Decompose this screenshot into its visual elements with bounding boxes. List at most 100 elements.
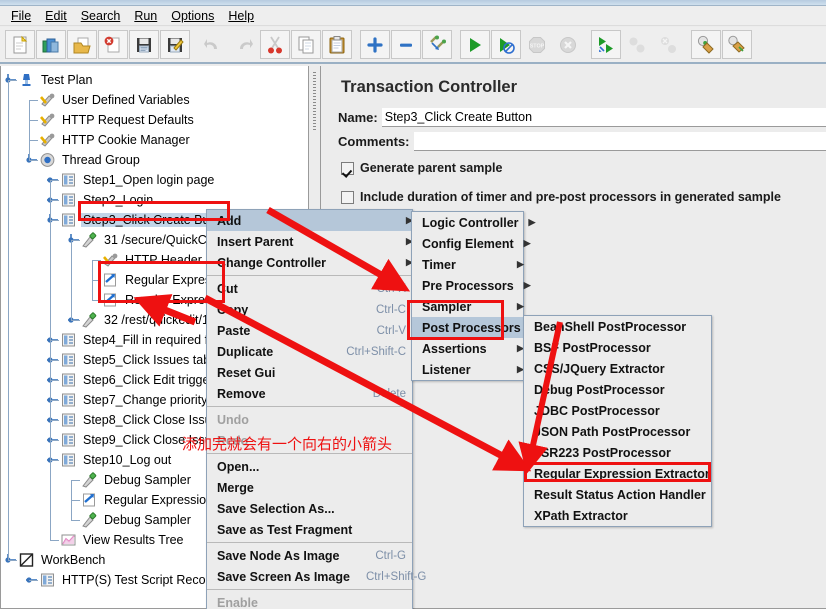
menu-item-label: Result Status Action Handler [534, 487, 706, 502]
context-menu-item-paste[interactable]: Paste Ctrl-V [207, 320, 412, 341]
close-icon[interactable] [98, 30, 128, 59]
paste-icon[interactable] [322, 30, 352, 59]
splitter-grip[interactable] [313, 72, 316, 132]
menu-item-label: Duplicate [217, 344, 274, 359]
tree-node[interactable]: Thread Group [1, 150, 308, 170]
templates-icon[interactable] [36, 30, 66, 59]
add-submenu-item-config-element[interactable]: Config Element ▶ [412, 233, 531, 254]
menu-item-label: CSS/JQuery Extractor [534, 361, 665, 376]
context-menu-item-remove[interactable]: Remove Delete [207, 383, 412, 404]
menu-item-label: Save Screen As Image [217, 569, 350, 584]
include-duration-checkbox[interactable] [341, 190, 354, 204]
context-menu-item-undo[interactable]: Undo [207, 409, 412, 430]
add-submenu[interactable]: Logic Controller ▶ Config Element ▶ Timer ▶ Pr… [411, 211, 538, 381]
tree-connector [71, 520, 80, 521]
add-submenu-item-assertions[interactable]: Assertions ▶ [412, 338, 524, 359]
menu-run-label: Run [134, 8, 158, 23]
expand-all-icon[interactable] [360, 30, 390, 59]
context-menu-item-insert-parent[interactable]: Insert Parent ▶ [207, 231, 413, 252]
cut-icon[interactable] [260, 30, 290, 59]
add-submenu-item-sampler[interactable]: Sampler ▶ [412, 296, 524, 317]
tree-node[interactable]: HTTP Cookie Manager [1, 130, 308, 150]
tree-node-label: Step1_Open login page [83, 173, 215, 187]
post-processor-item-beanshell-postprocessor[interactable]: BeanShell PostProcessor [524, 316, 711, 337]
menu-edit[interactable]: Edit [38, 7, 74, 25]
context-menu-item-reset-gui[interactable]: Reset Gui [207, 362, 412, 383]
sampler-icon [81, 232, 99, 248]
comments-input[interactable] [413, 132, 826, 151]
shutdown-remote-icon[interactable] [653, 30, 683, 59]
start-remote-icon[interactable] [591, 30, 621, 59]
context-menu-item-merge[interactable]: Merge [207, 477, 412, 498]
post-processor-item-bsf-postprocessor[interactable]: BSF PostProcessor [524, 337, 711, 358]
context-menu-item-save-selection-as[interactable]: Save Selection As... [207, 498, 412, 519]
clear-icon[interactable] [691, 30, 721, 59]
stop-remote-icon[interactable] [622, 30, 652, 59]
menu-help[interactable]: Help [221, 7, 261, 25]
stop-icon[interactable]: STOP [522, 30, 552, 59]
post-processor-item-jdbc-postprocessor[interactable]: JDBC PostProcessor [524, 400, 711, 421]
generate-parent-sample-checkbox[interactable] [341, 161, 354, 175]
tree-node[interactable]: Test Plan [1, 70, 308, 90]
menu-search[interactable]: Search [74, 7, 128, 25]
add-submenu-item-listener[interactable]: Listener ▶ [412, 359, 524, 380]
context-menu-item-add[interactable]: Add ▶ [207, 210, 413, 231]
collapse-all-icon[interactable] [391, 30, 421, 59]
add-submenu-item-post-processors[interactable]: Post Processors▶ [412, 317, 538, 338]
include-duration-label: Include duration of timer and pre-post p… [360, 190, 781, 204]
menu-item-label: JDBC PostProcessor [534, 403, 660, 418]
svg-text:STOP: STOP [530, 43, 545, 49]
submenu-arrow-icon: ▶ [517, 364, 524, 374]
post-processors-submenu[interactable]: BeanShell PostProcessor BSF PostProcessor… [523, 315, 712, 527]
menu-run[interactable]: Run [127, 7, 164, 25]
post-processor-item-css-jquery-extractor[interactable]: CSS/JQuery Extractor [524, 358, 711, 379]
shutdown-icon[interactable] [553, 30, 583, 59]
include-duration-row[interactable]: Include duration of timer and pre-post p… [341, 190, 781, 204]
tree-connector [71, 240, 80, 241]
context-menu-item-save-as-test-fragment[interactable]: Save as Test Fragment [207, 519, 412, 540]
context-menu-item-open[interactable]: Open... [207, 456, 412, 477]
tree-connector [50, 420, 59, 421]
context-menu-item-cut[interactable]: Cut Ctrl-X [207, 278, 412, 299]
add-submenu-item-pre-processors[interactable]: Pre Processors ▶ [412, 275, 531, 296]
menu-options[interactable]: Options [164, 7, 221, 25]
tree-node[interactable]: User Defined Variables [1, 90, 308, 110]
save-icon[interactable] [129, 30, 159, 59]
submenu-arrow-icon: ▶ [523, 238, 531, 248]
toggle-icon[interactable] [422, 30, 452, 59]
menu-file[interactable]: File [4, 7, 38, 25]
post-processor-item-debug-postprocessor[interactable]: Debug PostProcessor [524, 379, 711, 400]
clear-all-icon[interactable] [722, 30, 752, 59]
controller-icon [60, 332, 78, 348]
start-no-timers-icon[interactable] [491, 30, 521, 59]
context-menu-item-duplicate[interactable]: Duplicate Ctrl+Shift-C [207, 341, 412, 362]
post-processor-item-json-path-postprocessor[interactable]: JSON Path PostProcessor [524, 421, 711, 442]
context-menu-item-save-screen-as-image[interactable]: Save Screen As Image Ctrl+Shift-G [207, 566, 426, 587]
save-as-icon[interactable] [160, 30, 190, 59]
context-menu-item-enable[interactable]: Enable [207, 592, 412, 609]
tree-node[interactable]: Step1_Open login page [1, 170, 308, 190]
controller-icon [60, 172, 78, 188]
undo-icon[interactable] [198, 30, 228, 59]
menu-item-label: Enable [217, 595, 258, 609]
open-icon[interactable] [67, 30, 97, 59]
start-icon[interactable] [460, 30, 490, 59]
context-menu-item-save-node-as-image[interactable]: Save Node As Image Ctrl-G [207, 545, 412, 566]
copy-icon[interactable] [291, 30, 321, 59]
context-menu[interactable]: Add ▶ Insert Parent ▶ Change Controller ▶ Cut C… [206, 209, 426, 609]
redo-icon[interactable] [229, 30, 259, 59]
post-processor-item-xpath-extractor[interactable]: XPath Extractor [524, 505, 711, 526]
add-submenu-item-timer[interactable]: Timer ▶ [412, 254, 524, 275]
generate-parent-sample-row[interactable]: Generate parent sample [341, 161, 502, 175]
tree-node[interactable]: Step2_Login [1, 190, 308, 210]
name-input[interactable] [381, 108, 826, 127]
post-processor-item-result-status-action-handler[interactable]: Result Status Action Handler [524, 484, 711, 505]
add-submenu-item-logic-controller[interactable]: Logic Controller ▶ [412, 212, 535, 233]
tree-node[interactable]: HTTP Request Defaults [1, 110, 308, 130]
context-menu-item-copy[interactable]: Copy Ctrl-C [207, 299, 412, 320]
context-menu-item-change-controller[interactable]: Change Controller ▶ [207, 252, 413, 273]
new-icon[interactable] [5, 30, 35, 59]
post-processor-item-jsr223-postprocessor[interactable]: JSR223 PostProcessor [524, 442, 711, 463]
post-processor-item-regular-expression-extractor[interactable]: Regular Expression Extractor [524, 463, 711, 484]
tree-connector [92, 280, 101, 281]
